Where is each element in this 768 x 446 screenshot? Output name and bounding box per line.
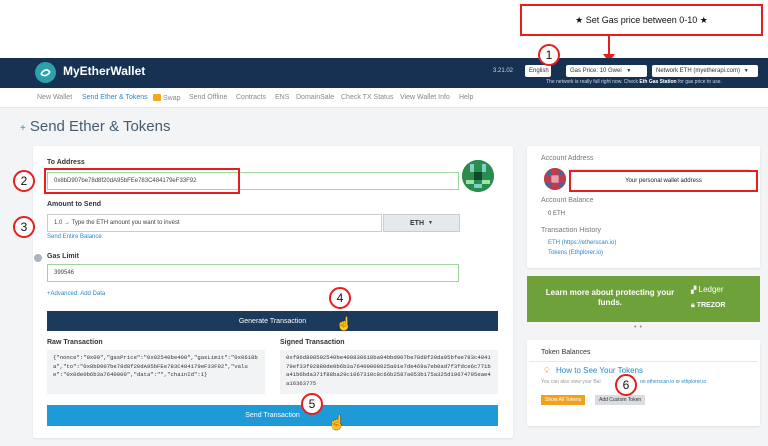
advanced-add-data-link[interactable]: +Advanced: Add Data — [47, 291, 105, 297]
show-all-tokens-button[interactable]: Show All Tokens — [541, 395, 586, 405]
version-label: 3.21.02 — [493, 68, 514, 74]
nav-help[interactable]: Help — [459, 94, 473, 101]
tokens-description-start: You can also view your Bal — [541, 379, 601, 385]
callout-text: ★ Set Gas price between 0-10 ★ — [575, 14, 708, 25]
token-balances-title: Token Balances — [541, 349, 591, 356]
step-6-marker: 6 — [615, 374, 637, 396]
tokens-description-end[interactable]: on etherscan.io or ethplorer.io — [640, 379, 706, 385]
ledger-icon: ▞ — [691, 287, 697, 294]
gas-limit-label: Gas Limit — [47, 253, 79, 260]
etherscan-link[interactable]: ETH (https://etherscan.io) — [548, 240, 616, 246]
nav-swap[interactable]: Swap — [153, 94, 181, 102]
ethplorer-link[interactable]: Tokens (Ethplorer.io) — [548, 250, 603, 256]
lightbulb-icon: 💡︎ — [544, 366, 550, 375]
gas-limit-input[interactable]: 399546 — [47, 264, 459, 282]
to-address-highlight — [44, 168, 240, 194]
swap-icon — [153, 94, 161, 101]
to-address-label: To Address — [47, 159, 85, 166]
account-address-label: Account Address — [541, 155, 594, 162]
signed-transaction-label: Signed Transaction — [280, 339, 345, 346]
promo-text: Learn more about protecting your funds. — [545, 288, 675, 307]
account-balance-value: 0 ETH — [548, 211, 566, 217]
step-4-marker: 4 — [329, 287, 351, 309]
hand-cursor-icon: ☝ — [328, 414, 346, 430]
trezor-icon: 🔒︎ — [691, 302, 695, 309]
page-title: + Send Ether & Tokens — [20, 118, 171, 135]
step-2-marker: 2 — [13, 170, 35, 192]
chevron-down-icon: ▼ — [428, 220, 433, 226]
nav-view-wallet[interactable]: View Wallet Info — [400, 94, 450, 101]
account-identicon — [544, 168, 566, 190]
nav-check-tx[interactable]: Check TX Status — [341, 94, 393, 101]
mew-logo-icon[interactable] — [35, 62, 56, 83]
step-5-marker: 5 — [301, 393, 323, 415]
signed-transaction-textarea[interactable]: 0xf86d808502540be400830618ba94bbd907be78… — [280, 350, 498, 394]
network-note: The network is really full right now. Ch… — [546, 79, 722, 85]
nav-ens[interactable]: ENS — [275, 94, 289, 101]
network-select[interactable]: Network ETH (myetherapi.com) ▼ — [652, 65, 758, 77]
nav-contracts[interactable]: Contracts — [236, 94, 266, 101]
help-icon[interactable] — [34, 254, 42, 262]
account-balance-label: Account Balance — [541, 197, 594, 204]
how-to-see-tokens-link[interactable]: How to See Your Tokens — [556, 366, 643, 375]
gas-price-select[interactable]: Gas Price: 10 Gwei ▼ — [566, 65, 647, 77]
nav-domainsale[interactable]: DomainSale — [296, 94, 334, 101]
divider — [529, 361, 758, 362]
callout-arrow — [608, 36, 610, 56]
step-3-marker: 3 — [13, 216, 35, 238]
raw-transaction-textarea[interactable]: {"nonce":"0x00","gasPrice":"0x02540be400… — [47, 350, 265, 394]
amount-input[interactable]: 1.0 → Type the ETH amount you want to in… — [47, 214, 382, 232]
chevron-down-icon: ▼ — [626, 68, 632, 74]
carousel-dots[interactable]: •• — [634, 324, 645, 331]
main-nav: New Wallet Send Ether & Tokens Swap Send… — [0, 88, 768, 108]
transaction-history-label: Transaction History — [541, 227, 602, 234]
generate-transaction-button[interactable]: Generate Transaction — [47, 311, 498, 331]
gas-price-label: Gas Price: 10 Gwei — [570, 68, 622, 74]
ledger-logo: ▞ Ledger — [691, 285, 724, 294]
step-1-marker: 1 — [538, 44, 560, 66]
network-label: Network ETH (myetherapi.com) — [656, 68, 741, 74]
add-custom-token-button[interactable]: Add Custom Token — [595, 395, 646, 405]
raw-transaction-label: Raw Transaction — [47, 339, 103, 346]
nav-new-wallet[interactable]: New Wallet — [37, 94, 72, 101]
gas-price-callout: ★ Set Gas price between 0-10 ★ — [520, 4, 763, 36]
wallet-address-highlight: Your personal wallet address — [569, 170, 758, 192]
send-transaction-button[interactable]: Send Transaction — [47, 405, 498, 426]
language-select[interactable]: English — [525, 65, 551, 77]
nav-send-offline[interactable]: Send Offline — [189, 94, 227, 101]
plus-icon: + — [20, 123, 26, 134]
send-entire-balance-link[interactable]: Send Entire Balance — [47, 234, 102, 240]
nav-send-ether[interactable]: Send Ether & Tokens — [82, 94, 148, 101]
currency-select[interactable]: ETH ▼ — [383, 214, 460, 232]
trezor-logo: 🔒︎ TREZOR — [691, 302, 726, 309]
brand-name[interactable]: MyEtherWallet — [63, 64, 145, 78]
chevron-down-icon: ▼ — [743, 68, 749, 74]
recipient-identicon — [462, 160, 494, 192]
amount-label: Amount to Send — [47, 201, 102, 208]
hand-cursor-icon: ☝ — [336, 316, 353, 331]
eth-gas-station-link[interactable]: Eth Gas Station — [639, 79, 676, 85]
